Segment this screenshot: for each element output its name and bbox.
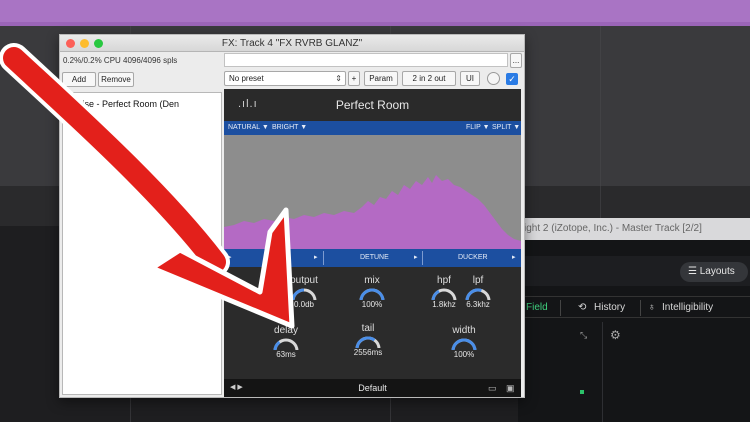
knob-level [451,338,477,350]
mix-knob[interactable]: mix 100% [352,275,392,311]
knob-value: 63ms [276,350,296,359]
knob-arc [355,336,381,348]
knob-arc [431,288,457,300]
plugin-name: Perfect Room [335,98,410,112]
knob-label: width [452,325,476,336]
spectrum-graph [224,175,521,249]
flip-dropdown[interactable]: FLIP ▼ [466,121,490,135]
tab-divider [640,300,641,316]
knob-value: 0.0db [293,300,315,309]
fx-info-field [224,53,508,67]
ui-button[interactable]: UI [460,71,480,86]
plugin-footer: ◀ ▶ Default ▭ ▣ [224,379,521,397]
remove-button[interactable]: Remove [98,72,134,87]
daw-track-purple[interactable] [0,0,750,26]
add-preset-button[interactable]: + [348,71,360,86]
tab-arrow[interactable]: ▸ [414,249,418,267]
knob-area: output 0.0db mix 100% hpf 1.8khz lpf 6.3… [224,267,521,379]
tab-ducker[interactable]: DUCKER [458,249,488,267]
lpf-knob[interactable]: lpf 6.3khz [458,275,498,311]
knob-level [273,340,281,350]
spectrum-fill [224,175,521,249]
ozone-window-title: ight 2 (iZotope, Inc.) - Master Track [2… [518,218,750,240]
fx-window-title: FX: Track 4 "FX RVRB GLANZ" [60,35,524,52]
denise-logo-icon: .ıl.ı [238,98,258,110]
add-button[interactable]: Add [62,72,96,87]
ozone-toolbar: ☰ Layouts [518,256,750,286]
fx-chain-list: Denise - Perfect Room (Den [62,92,222,395]
bypass-checkbox[interactable]: ✓ [506,73,518,85]
gear-icon[interactable]: ⚙ [610,328,624,342]
knob-value: 100% [361,300,383,309]
knob-level [359,288,385,300]
fx-window: FX: Track 4 "FX RVRB GLANZ" 0.2%/0.2% CP… [59,34,525,398]
knob-label: mix [364,275,380,286]
tab-detune[interactable]: DETUNE [360,249,389,267]
tab-arrow[interactable]: ▸ [228,249,232,267]
tail-knob[interactable]: tail 2556ms [348,323,388,359]
ozone-panel [602,322,750,422]
knob-level [465,288,482,300]
tab-intelligibility[interactable]: Intelligibility [662,297,713,319]
width-knob[interactable]: width 100% [444,325,484,361]
plugin-header: Perfect Room .ıl.ı [224,89,521,121]
cpu-usage: 0.2%/0.2% CPU 4096/4096 spls [63,56,178,65]
knob-arc [273,338,299,350]
knob-value: 100% [453,350,475,359]
knob-arc [465,288,491,300]
tab-field[interactable]: Field [526,297,548,319]
tab-arrow[interactable]: ▸ [314,249,318,267]
natural-dropdown[interactable]: NATURAL ▼ [228,121,269,135]
knob-label: tail [361,323,375,334]
param-button[interactable]: Param [364,71,398,86]
expand-icon[interactable]: ⤡ [580,330,592,340]
tab-divider [323,251,324,265]
tab-history[interactable]: History [594,297,625,319]
knob-level [291,288,305,300]
bright-dropdown[interactable]: BRIGHT ▼ [272,121,307,135]
ozone-tabs: Field ⟲ History ♁ Intelligibility [518,296,750,318]
wet-knob[interactable] [487,72,500,85]
preset-select[interactable]: No preset ⇕ [224,71,346,86]
knob-value: 2556ms [353,348,383,357]
knob-label: lpf [472,275,484,286]
meter-indicator [580,390,584,394]
screen: ight 2 (iZotope, Inc.) - Master Track [2… [0,0,750,422]
split-dropdown[interactable]: SPLIT ▼ [492,121,520,135]
knob-level [431,289,440,300]
layouts-button[interactable]: ☰ Layouts [680,262,748,282]
perfect-room-plugin: Perfect Room .ıl.ı NATURAL ▼ BRIGHT ▼ FL… [224,89,521,397]
history-icon: ⟲ [578,302,587,313]
output-knob[interactable]: output 0.0db [284,275,324,311]
delay-knob[interactable]: delay 63ms [266,325,306,361]
knob-arc [291,288,317,300]
mode-bar: NATURAL ▼ BRIGHT ▼ FLIP ▼ SPLIT ▼ [224,121,521,135]
knob-arc [359,288,385,300]
knob-value: 6.3khz [466,300,490,309]
tab-divider [422,251,423,265]
knob-level [355,336,376,348]
save-icon[interactable]: ▣ [506,379,515,397]
folder-icon[interactable]: ▭ [488,379,497,397]
chevron-updown-icon: ⇕ [335,74,342,83]
io-button[interactable]: 2 in 2 out [402,71,456,86]
ear-icon: ♁ [648,302,656,313]
spectrum-display [224,135,521,249]
knob-label: output [290,275,318,286]
preset-name[interactable]: Default [224,379,521,397]
minimize-window-button[interactable] [80,39,89,48]
zoom-window-button[interactable] [94,39,103,48]
knob-arc [451,338,477,350]
tab-divider [560,300,561,316]
module-tabs: ▸ ▸ DETUNE ▸ DUCKER ▸ [224,249,521,267]
ozone-window: ight 2 (iZotope, Inc.) - Master Track [2… [518,218,750,422]
tab-arrow[interactable]: ▸ [512,249,516,267]
close-window-button[interactable] [66,39,75,48]
fx-chain-item[interactable]: Denise - Perfect Room (Den [63,97,221,111]
more-button[interactable]: ... [510,53,522,68]
knob-label: delay [274,325,298,336]
preset-value: No preset [229,74,264,83]
